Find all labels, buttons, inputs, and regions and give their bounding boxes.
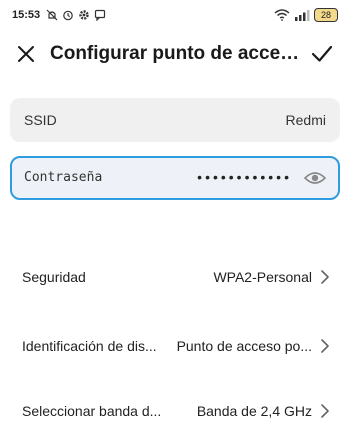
status-bar: 15:53 28 (0, 0, 350, 30)
chevron-right-icon (321, 339, 329, 353)
security-label: Seguridad (22, 269, 86, 285)
status-bar-left: 15:53 (12, 9, 106, 21)
password-label: Contraseña (24, 170, 103, 185)
chevron-right-icon (321, 404, 329, 418)
band-select-value: Banda de 2,4 GHz (196, 403, 312, 419)
mute-icon (46, 9, 58, 21)
status-bar-right: 28 (274, 8, 338, 22)
device-identification-value: Punto de acceso po... (176, 338, 312, 354)
security-row[interactable]: Seguridad WPA2-Personal (0, 257, 350, 297)
page-title: Configurar punto de acceso po... (50, 43, 300, 64)
signal-icon (295, 10, 310, 21)
eye-icon[interactable] (304, 170, 326, 186)
wifi-icon (274, 9, 290, 21)
ssid-value: Redmi (285, 112, 326, 128)
gear-icon (79, 10, 89, 20)
ssid-label: SSID (24, 112, 57, 128)
band-select-label: Seleccionar banda d... (22, 403, 162, 419)
battery-icon: 28 (314, 8, 338, 22)
security-value: WPA2-Personal (213, 269, 312, 285)
password-value: •••••••••••• (197, 169, 292, 185)
ssid-field[interactable]: SSID Redmi (10, 98, 340, 142)
check-icon[interactable] (310, 42, 334, 66)
status-time: 15:53 (12, 9, 41, 21)
band-select-row[interactable]: Seleccionar banda d... Banda de 2,4 GHz (0, 391, 350, 431)
device-identification-row[interactable]: Identificación de dis... Punto de acceso… (0, 326, 350, 366)
close-icon[interactable] (16, 44, 36, 64)
header: Configurar punto de acceso po... (0, 34, 350, 74)
chevron-right-icon (321, 270, 329, 284)
password-field[interactable]: Contraseña •••••••••••• (10, 156, 340, 200)
alarm-icon (63, 10, 73, 21)
device-identification-label: Identificación de dis... (22, 338, 157, 354)
chat-icon (95, 9, 106, 21)
